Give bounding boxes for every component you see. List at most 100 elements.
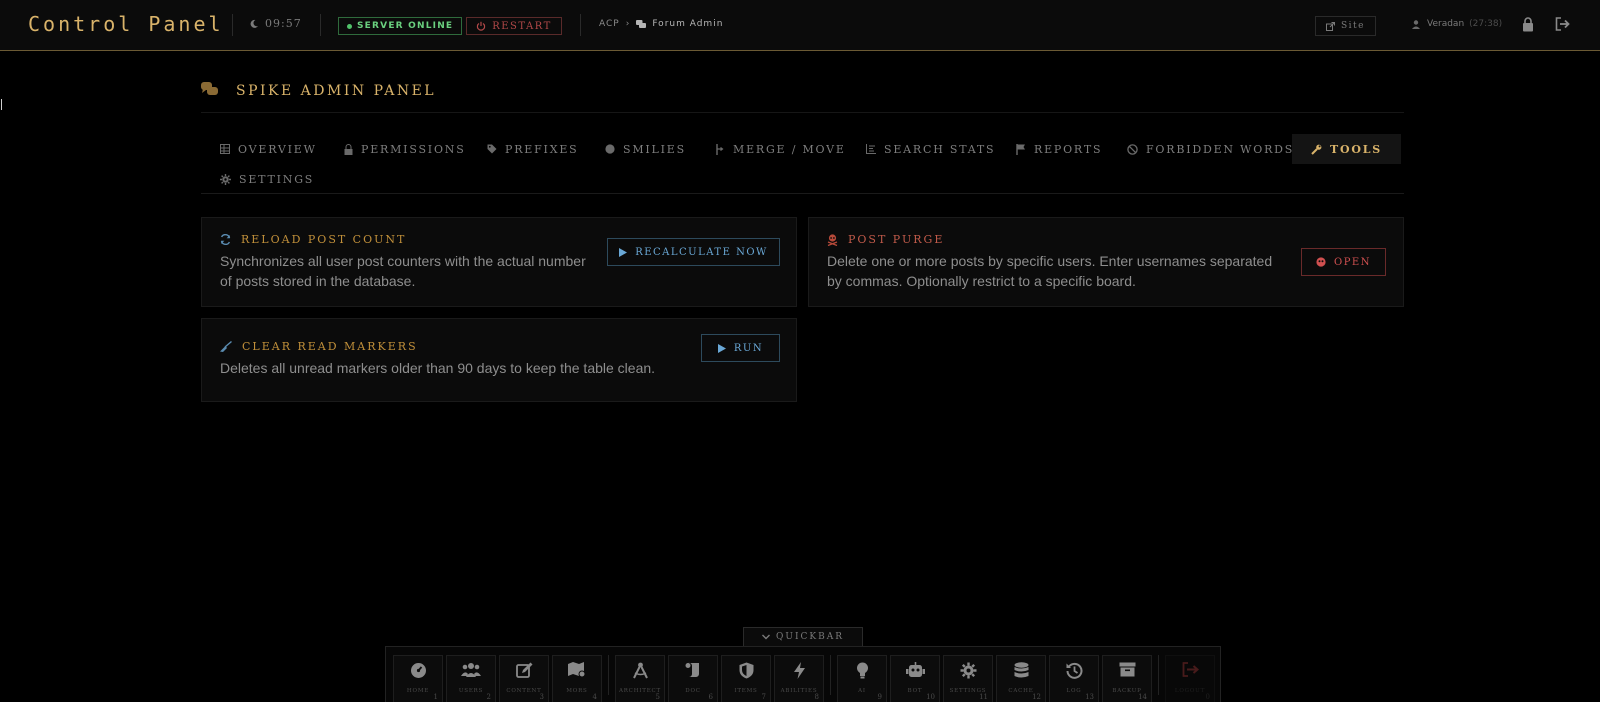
- quickbar-toggle[interactable]: QUICKBAR: [743, 627, 863, 646]
- text-cursor: [1, 99, 2, 110]
- edit-icon: [500, 662, 548, 679]
- tab-label: TOOLS: [1330, 142, 1383, 156]
- quickbar-item-mors[interactable]: MORS 4: [552, 655, 602, 702]
- quickbar-key: 0: [1205, 693, 1210, 701]
- tab-label: MERGE / MOVE: [733, 142, 846, 156]
- compass-icon: [616, 662, 664, 679]
- card-title: RELOAD POST COUNT: [220, 233, 406, 246]
- clock: 09:57: [249, 17, 302, 30]
- tab-search-stats[interactable]: SEARCH STATS: [847, 134, 1014, 164]
- quickbar-key: 1: [433, 693, 438, 701]
- gear-icon: [944, 662, 992, 679]
- tab-prefixes[interactable]: PREFIXES: [468, 134, 598, 164]
- button-label: OPEN: [1334, 256, 1371, 268]
- quickbar-key: 7: [761, 693, 766, 701]
- card-title-label: RELOAD POST COUNT: [241, 233, 407, 246]
- server-status-label: SERVER ONLINE: [357, 21, 454, 31]
- robot-icon: [891, 662, 939, 678]
- quickbar-item-items[interactable]: ITEMS 7: [721, 655, 771, 702]
- restart-label: RESTART: [492, 20, 552, 32]
- tag-icon: [487, 144, 497, 154]
- smile-icon: [605, 144, 615, 154]
- flag-icon: [1016, 143, 1026, 155]
- ban-icon: [1127, 143, 1138, 155]
- quickbar-item-home[interactable]: HOME 1: [393, 655, 443, 702]
- tab-permissions[interactable]: PERMISSIONS: [325, 134, 485, 164]
- user-info[interactable]: Veradan (27:38): [1412, 19, 1502, 29]
- tab-label: PREFIXES: [505, 142, 579, 156]
- power-icon: [476, 21, 486, 31]
- history-icon: [1050, 662, 1098, 679]
- run-button[interactable]: RUN: [701, 334, 780, 362]
- bulb-icon: [838, 662, 886, 679]
- quickbar-item-settings[interactable]: SETTINGS 11: [943, 655, 993, 702]
- username: Veradan: [1427, 19, 1465, 29]
- lock-icon: [344, 143, 353, 155]
- card-description: Deletes all unread markers older than 90…: [220, 360, 656, 376]
- quickbar-divider: [1158, 655, 1159, 695]
- server-status-badge: SERVER ONLINE: [338, 17, 463, 35]
- sync-icon: [220, 234, 231, 245]
- quickbar-item-cache[interactable]: CACHE 12: [996, 655, 1046, 702]
- tab-overview[interactable]: OVERVIEW: [201, 134, 336, 164]
- divider: [320, 14, 321, 36]
- skull-crossbones-icon: [827, 233, 838, 246]
- play-icon: [619, 247, 628, 257]
- quickbar: HOME 1 USERS 2 CONTENT 3 MORS 4 ARCHITEC…: [385, 646, 1221, 702]
- page-header: SPIKE ADMIN PANEL: [201, 80, 1404, 113]
- logout-icon: [1166, 662, 1214, 677]
- quickbar-item-ai[interactable]: AI 9: [837, 655, 887, 702]
- card-description: Synchronizes all user post counters with…: [220, 253, 586, 289]
- site-label: Site: [1341, 21, 1365, 31]
- quickbar-key: 12: [1032, 693, 1041, 701]
- tab-label: SEARCH STATS: [884, 142, 996, 156]
- quickbar-item-log[interactable]: LOG 13: [1049, 655, 1099, 702]
- tab-reports[interactable]: REPORTS: [997, 134, 1121, 164]
- quickbar-item-doc[interactable]: DOC 6: [668, 655, 718, 702]
- breadcrumb-root[interactable]: ACP: [599, 19, 620, 29]
- merge-icon: [715, 143, 725, 155]
- session-time: (27:38): [1469, 19, 1503, 29]
- bolt-icon: [775, 662, 823, 679]
- quickbar-divider: [608, 655, 609, 695]
- tab-smilies[interactable]: SMILIES: [586, 134, 705, 164]
- button-label: RECALCULATE NOW: [635, 246, 768, 258]
- card-title: CLEAR READ MARKERS: [220, 340, 418, 353]
- site-link-button[interactable]: Site: [1315, 16, 1376, 36]
- card-title-label: CLEAR READ MARKERS: [242, 340, 418, 353]
- tab-label: SETTINGS: [239, 172, 315, 186]
- divider: [580, 14, 581, 36]
- brand-title: Control Panel: [28, 12, 224, 36]
- logout-icon[interactable]: [1555, 17, 1570, 31]
- tab-settings[interactable]: SETTINGS: [201, 164, 333, 194]
- tab-forbidden-words[interactable]: FORBIDDEN WORDS: [1108, 134, 1313, 164]
- post-purge-open-button[interactable]: OPEN: [1301, 248, 1386, 276]
- tab-label: SMILIES: [623, 142, 686, 156]
- quickbar-item-content[interactable]: CONTENT 3: [499, 655, 549, 702]
- page-title: SPIKE ADMIN PANEL: [236, 83, 437, 99]
- lock-icon[interactable]: [1522, 17, 1534, 32]
- wrench-icon: [1311, 144, 1322, 155]
- quickbar-item-architect[interactable]: ARCHITECT 5: [615, 655, 665, 702]
- clock-time: 09:57: [265, 17, 302, 30]
- skull-icon: [1316, 257, 1326, 267]
- quickbar-item-backup[interactable]: BACKUP 14: [1102, 655, 1152, 702]
- chevron-down-icon: [761, 634, 770, 640]
- quickbar-key: 6: [708, 693, 713, 701]
- tab-merge-move[interactable]: MERGE / MOVE: [696, 134, 865, 164]
- quickbar-divider: [830, 655, 831, 695]
- quickbar-key: 5: [655, 693, 660, 701]
- recalculate-now-button[interactable]: RECALCULATE NOW: [607, 238, 780, 266]
- restart-button[interactable]: RESTART: [466, 17, 562, 35]
- quickbar-item-users[interactable]: USERS 2: [446, 655, 496, 702]
- quickbar-item-bot[interactable]: BOT 10: [890, 655, 940, 702]
- quickbar-item-logout[interactable]: LOGOUT 0: [1165, 655, 1215, 702]
- external-link-icon: [1326, 21, 1335, 31]
- status-dot-icon: [347, 23, 352, 29]
- quickbar-item-abilities[interactable]: ABILITIES 8: [774, 655, 824, 702]
- quickbar-key: 3: [539, 693, 544, 701]
- tab-tools[interactable]: TOOLS: [1292, 134, 1402, 164]
- play-icon: [717, 343, 726, 353]
- gear-icon: [220, 173, 231, 185]
- chart-icon: [866, 144, 876, 154]
